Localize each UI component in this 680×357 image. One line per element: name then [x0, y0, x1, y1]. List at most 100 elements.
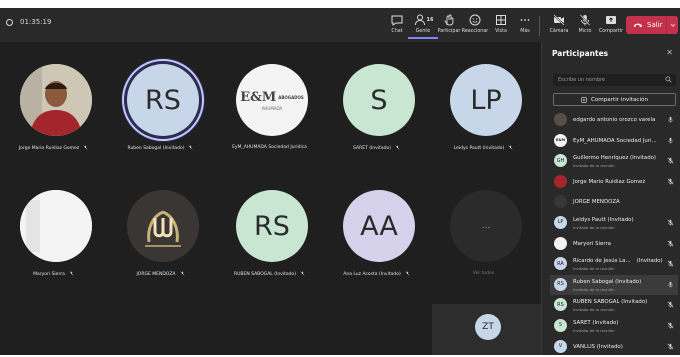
participant-list-item[interactable]: RA Ricardo de Jesús La... (Invitado) Invita… — [550, 254, 678, 275]
self-view-tile[interactable]: ZT — [432, 304, 541, 355]
participant-search-input[interactable]: Escribe un nombre — [553, 74, 676, 86]
avatar — [127, 190, 199, 262]
participant-list-item[interactable]: S SARET (Invitado) Invitado de la reunión — [550, 316, 678, 337]
hand-icon — [444, 14, 454, 26]
participant-name: Ruben Sabogal (Invitado) — [107, 145, 214, 151]
avatar-initials: E&M — [556, 138, 565, 143]
camera-label: Cámara — [549, 29, 569, 34]
participant-name: JORGE MENDOZA — [107, 271, 214, 277]
share-invite-button[interactable]: Compartir invitación — [553, 93, 676, 106]
participant-name: Maryori Sierra — [0, 271, 107, 277]
participant-name: JORGE MENDOZA — [573, 199, 620, 206]
participant-name: SARET (Invitado) — [323, 145, 430, 151]
overflow-avatar: ... — [450, 190, 522, 262]
hang-up-icon — [633, 23, 643, 28]
participant-tile[interactable]: Jorge Mario Ruidiaz Gomez — [0, 42, 107, 162]
search-icon — [665, 76, 672, 83]
more-dots-icon — [520, 19, 530, 21]
mic-off-icon — [579, 14, 591, 26]
mic-muted-icon — [508, 145, 513, 150]
avatar: RS — [122, 59, 204, 141]
panel-title: Participantes — [552, 49, 609, 58]
participant-tile[interactable]: AA Ana Luz Acosta (Invitado) — [323, 168, 430, 288]
leave-button[interactable]: Salir — [626, 16, 678, 34]
participant-list-item[interactable]: edgardo antonio orozco varela — [550, 110, 678, 131]
participant-avatar: GH — [554, 154, 567, 168]
mic-muted-icon — [179, 271, 185, 276]
leave-options-button[interactable] — [666, 16, 678, 34]
toolbar-divider — [539, 16, 540, 36]
participant-avatar — [554, 195, 567, 209]
participant-list: edgardo antonio orozco varela E&M EyM_AHUM… — [550, 110, 678, 357]
participant-name: Ricardo de Jesús La... (Invitado) — [573, 258, 663, 265]
participant-list-item[interactable]: JORGE MENDOZA — [550, 192, 678, 213]
raise-hand-label: Participar — [437, 29, 461, 34]
participant-role: Invitado de la reunión — [573, 327, 615, 333]
participant-avatar — [554, 113, 567, 126]
mic-label: Micro — [578, 29, 592, 34]
close-panel-button[interactable]: ✕ — [666, 48, 673, 57]
participant-tile[interactable]: RS RUBEN SABOGAL (Invitado) — [216, 168, 323, 288]
participant-tile-speaking[interactable]: RS Ruben Sabogal (Invitado) — [107, 42, 214, 162]
participant-list-item[interactable]: E&M EyM_AHUMADA Sociedad Juri... — [550, 131, 678, 152]
mic-muted-icon — [667, 322, 674, 329]
participant-tile[interactable]: LP Leidys Pautt (Invitado) — [430, 42, 537, 162]
mic-icon — [668, 137, 673, 144]
participant-list-item[interactable]: Maryori Sierra — [550, 234, 678, 255]
participant-list-item[interactable]: GH Guillermo Henríquez (Invitado) Invitado… — [550, 151, 678, 172]
participant-name: EyM_AHUMADA Sociedad Juridica — [232, 145, 307, 150]
mic-muted-icon — [667, 260, 674, 267]
mic-muted-icon — [188, 145, 194, 150]
more-button[interactable]: Más — [510, 13, 540, 39]
avatar-initials: RS — [557, 301, 564, 308]
mic-muted-icon — [667, 157, 674, 164]
mic-icon — [668, 281, 673, 288]
participant-role: Invitado de la reunión — [573, 307, 615, 313]
participant-avatar: RS — [554, 277, 567, 291]
share-label: Compartir — [598, 29, 624, 34]
view-all-tile[interactable]: ... Ver todos — [430, 168, 537, 288]
mic-muted-icon — [667, 343, 674, 350]
participant-name: Leidys Pautt (Invitado) — [573, 216, 634, 223]
participant-list-item[interactable]: Jorge Mario Ruidiaz Gomez — [550, 172, 678, 193]
people-label: Gente — [415, 29, 431, 34]
self-avatar: ZT — [475, 314, 501, 340]
participant-tile[interactable]: E&M ABOGADOS AHUMADA EyM_AHUMADA Socieda… — [216, 42, 323, 162]
chevron-down-icon — [670, 23, 675, 27]
participant-list-item[interactable]: RS Ruben Sabogal (Invitado) Invitado de la… — [550, 274, 678, 296]
profile-photo-icon — [20, 190, 92, 262]
chat-icon — [391, 15, 403, 26]
participant-tile[interactable]: S SARET (Invitado) — [323, 42, 430, 162]
participant-name: Jorge Mario Ruidiaz Gomez — [0, 145, 107, 151]
timer-text: 01:35:19 — [20, 18, 52, 26]
leave-main[interactable]: Salir — [626, 21, 666, 29]
participant-role: Invitado de la reunión — [573, 163, 615, 169]
share-invite-icon — [581, 96, 587, 103]
avatar: RS — [236, 190, 308, 262]
participant-avatar — [554, 174, 567, 188]
participant-name: edgardo antonio orozco varela — [573, 117, 656, 123]
avatar-initials: V — [558, 343, 563, 350]
eym-logo: E&M ABOGADOS — [240, 89, 304, 105]
mic-muted-icon — [395, 145, 400, 150]
participant-list-item[interactable]: V VANLLIS (Invitado) — [550, 337, 678, 357]
participant-name: SARET (Invitado) — [573, 319, 619, 326]
mic-muted-icon — [667, 240, 674, 247]
participant-tile[interactable]: JORGE MENDOZA — [107, 168, 214, 288]
mic-muted-icon — [300, 271, 305, 276]
mic-icon — [668, 116, 673, 123]
participant-name: Maryori Sierra — [573, 240, 611, 247]
gold-emblem-icon — [127, 190, 199, 262]
participant-list-item[interactable]: LP Leidys Pautt (Invitado) Invitado de la … — [550, 213, 678, 234]
avatar-initials: S — [558, 322, 563, 329]
avatar — [20, 64, 92, 136]
participant-role: Invitado de la reunión — [573, 266, 615, 272]
participant-list-item[interactable]: RS RUBEN SABOGAL (Invitado) Invitado de la… — [550, 295, 678, 316]
share-button[interactable]: Compartir — [596, 13, 626, 39]
participant-name: RUBEN SABOGAL (Invitado) — [573, 299, 648, 306]
participant-name: Guillermo Henríquez (Invitado) — [573, 155, 657, 162]
avatar-initials: RS — [557, 281, 564, 288]
mic-muted-icon — [667, 301, 674, 308]
participant-tile[interactable]: Maryori Sierra — [0, 168, 107, 288]
video-gallery: Jorge Mario Ruidiaz Gomez RS Ruben Sabog… — [0, 42, 541, 355]
